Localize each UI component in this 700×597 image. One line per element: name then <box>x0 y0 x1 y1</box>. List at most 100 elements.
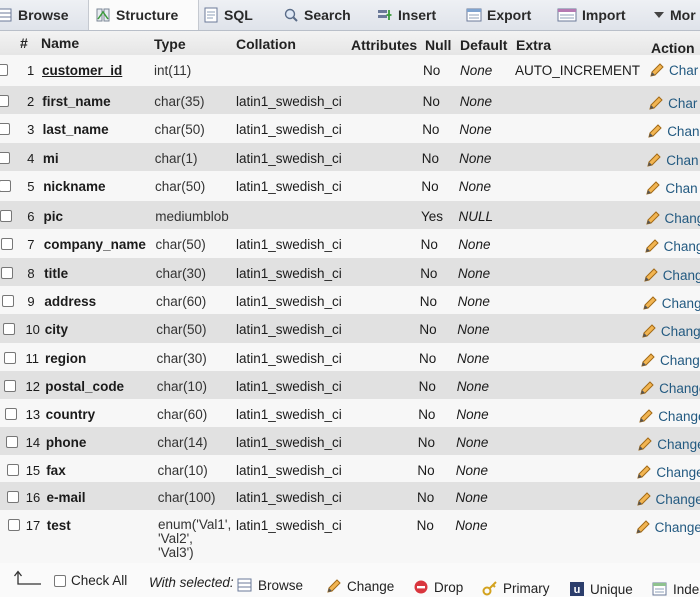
column-header-null[interactable]: Null <box>425 37 451 53</box>
table-row: 1 customer_id int(11) No None AUTO_INCREMENT C… <box>0 55 700 86</box>
bulk-browse-button[interactable]: Browse <box>237 577 303 593</box>
row-checkbox[interactable] <box>0 210 12 222</box>
pencil-icon <box>643 267 659 283</box>
tab-structure[interactable]: Structure <box>88 0 199 30</box>
row-checkbox[interactable] <box>5 408 17 420</box>
pencil-icon <box>637 436 653 452</box>
change-action[interactable]: Change <box>635 519 700 535</box>
row-checkbox[interactable] <box>4 380 17 392</box>
field-type: char(30) <box>156 351 207 366</box>
table-row: 2 first_name char(35) latin1_swedish_ci No No… <box>0 86 700 114</box>
field-null: No <box>417 435 436 450</box>
pencil-icon <box>635 519 651 535</box>
column-header-name[interactable]: Name <box>41 35 79 51</box>
row-number: 13 <box>25 407 41 422</box>
row-checkbox[interactable] <box>3 352 16 364</box>
bulk-drop-button[interactable]: Drop <box>413 579 463 595</box>
check-all-control[interactable]: Check All <box>54 573 127 588</box>
field-type: char(50) <box>155 179 206 194</box>
field-default: None <box>456 435 489 450</box>
row-checkbox[interactable] <box>0 64 8 76</box>
change-action[interactable]: Change <box>639 380 700 396</box>
pencil-icon <box>644 238 660 254</box>
field-type: char(35) <box>154 94 205 109</box>
bulk-change-button[interactable]: Change <box>326 578 394 594</box>
change-action[interactable]: Chan <box>646 152 699 168</box>
table-row: 7 company_name char(50) latin1_swedish_ci No… <box>0 229 700 258</box>
column-header-default[interactable]: Default <box>460 37 507 53</box>
field-collation: latin1_swedish_ci <box>236 518 342 533</box>
change-action[interactable]: Chang <box>644 238 700 254</box>
tab-sql[interactable]: SQL <box>203 0 253 30</box>
row-checkbox[interactable] <box>1 267 14 279</box>
tab-import[interactable]: Import <box>557 0 626 30</box>
row-checkbox[interactable] <box>2 295 14 307</box>
bulk-unique-button[interactable]: u Unique <box>569 581 633 597</box>
tab-browse[interactable]: Browse <box>0 0 72 30</box>
change-action[interactable]: Char <box>649 62 698 78</box>
table-row: 14 phone char(14) latin1_swedish_ci No None Ch… <box>0 427 700 455</box>
row-checkbox[interactable] <box>6 464 19 476</box>
column-header-extra[interactable]: Extra <box>516 37 551 53</box>
change-label: Chan <box>667 123 700 139</box>
row-checkbox[interactable] <box>7 491 20 503</box>
key-icon <box>482 580 498 596</box>
tab-label: SQL <box>224 7 253 23</box>
field-null: No <box>420 266 438 281</box>
check-all-checkbox[interactable] <box>54 574 66 587</box>
change-action[interactable]: Change <box>637 436 700 452</box>
change-label: Chang <box>663 238 700 254</box>
field-null: No <box>417 490 435 505</box>
change-action[interactable]: Char <box>648 95 697 111</box>
field-null: No <box>418 407 436 422</box>
field-default: None <box>457 351 490 366</box>
change-action[interactable]: Change <box>640 352 700 368</box>
change-action[interactable]: Chan <box>645 180 698 196</box>
field-default: None <box>457 294 490 309</box>
pencil-icon <box>326 578 342 594</box>
row-number: 7 <box>27 237 35 252</box>
row-checkbox[interactable] <box>0 95 9 107</box>
search-icon <box>283 7 299 23</box>
row-checkbox[interactable] <box>8 519 20 531</box>
check-all-label: Check All <box>71 573 128 588</box>
column-header-collation[interactable]: Collation <box>236 36 296 52</box>
row-checkbox[interactable] <box>0 123 10 135</box>
table-row: 9 address char(60) latin1_swedish_ci No None C… <box>0 286 700 314</box>
row-checkbox[interactable] <box>2 323 15 335</box>
field-default: None <box>459 94 492 109</box>
change-action[interactable]: Chan <box>647 123 699 139</box>
row-checkbox[interactable] <box>5 436 18 448</box>
change-label: Chan <box>665 180 698 196</box>
tab-label: Import <box>582 7 626 23</box>
change-action[interactable]: Chang <box>642 295 700 311</box>
change-action[interactable]: Change <box>638 408 700 424</box>
row-checkbox[interactable] <box>0 238 13 250</box>
row-checkbox[interactable] <box>0 180 11 192</box>
sql-icon <box>203 7 219 23</box>
change-action[interactable]: Chang <box>643 267 700 283</box>
change-action[interactable]: Change <box>641 323 700 339</box>
field-name: title <box>44 266 69 281</box>
tab-more[interactable]: Mor <box>653 0 696 30</box>
tab-label: Search <box>304 7 351 23</box>
change-action[interactable]: Change <box>636 491 700 507</box>
tab-label: Mor <box>670 7 696 23</box>
column-header-type[interactable]: Type <box>154 36 186 52</box>
pencil-icon <box>639 380 655 396</box>
tab-search[interactable]: Search <box>283 0 351 30</box>
change-action[interactable]: Change <box>636 464 700 480</box>
column-header-attributes[interactable]: Attributes <box>351 37 417 53</box>
bulk-index-button[interactable]: Inde <box>652 581 699 597</box>
tab-insert[interactable]: Insert <box>377 0 436 30</box>
field-default: NULL <box>458 209 494 224</box>
change-action[interactable]: Chang <box>645 210 700 226</box>
field-null: No <box>419 322 437 337</box>
field-collation: latin1_swedish_ci <box>236 379 342 394</box>
bulk-primary-button[interactable]: Primary <box>482 580 550 596</box>
row-checkbox[interactable] <box>0 152 11 164</box>
field-collation: latin1_swedish_ci <box>236 322 342 337</box>
field-default: None <box>458 179 492 194</box>
tab-export[interactable]: Export <box>466 0 531 30</box>
field-name: address <box>44 294 97 309</box>
